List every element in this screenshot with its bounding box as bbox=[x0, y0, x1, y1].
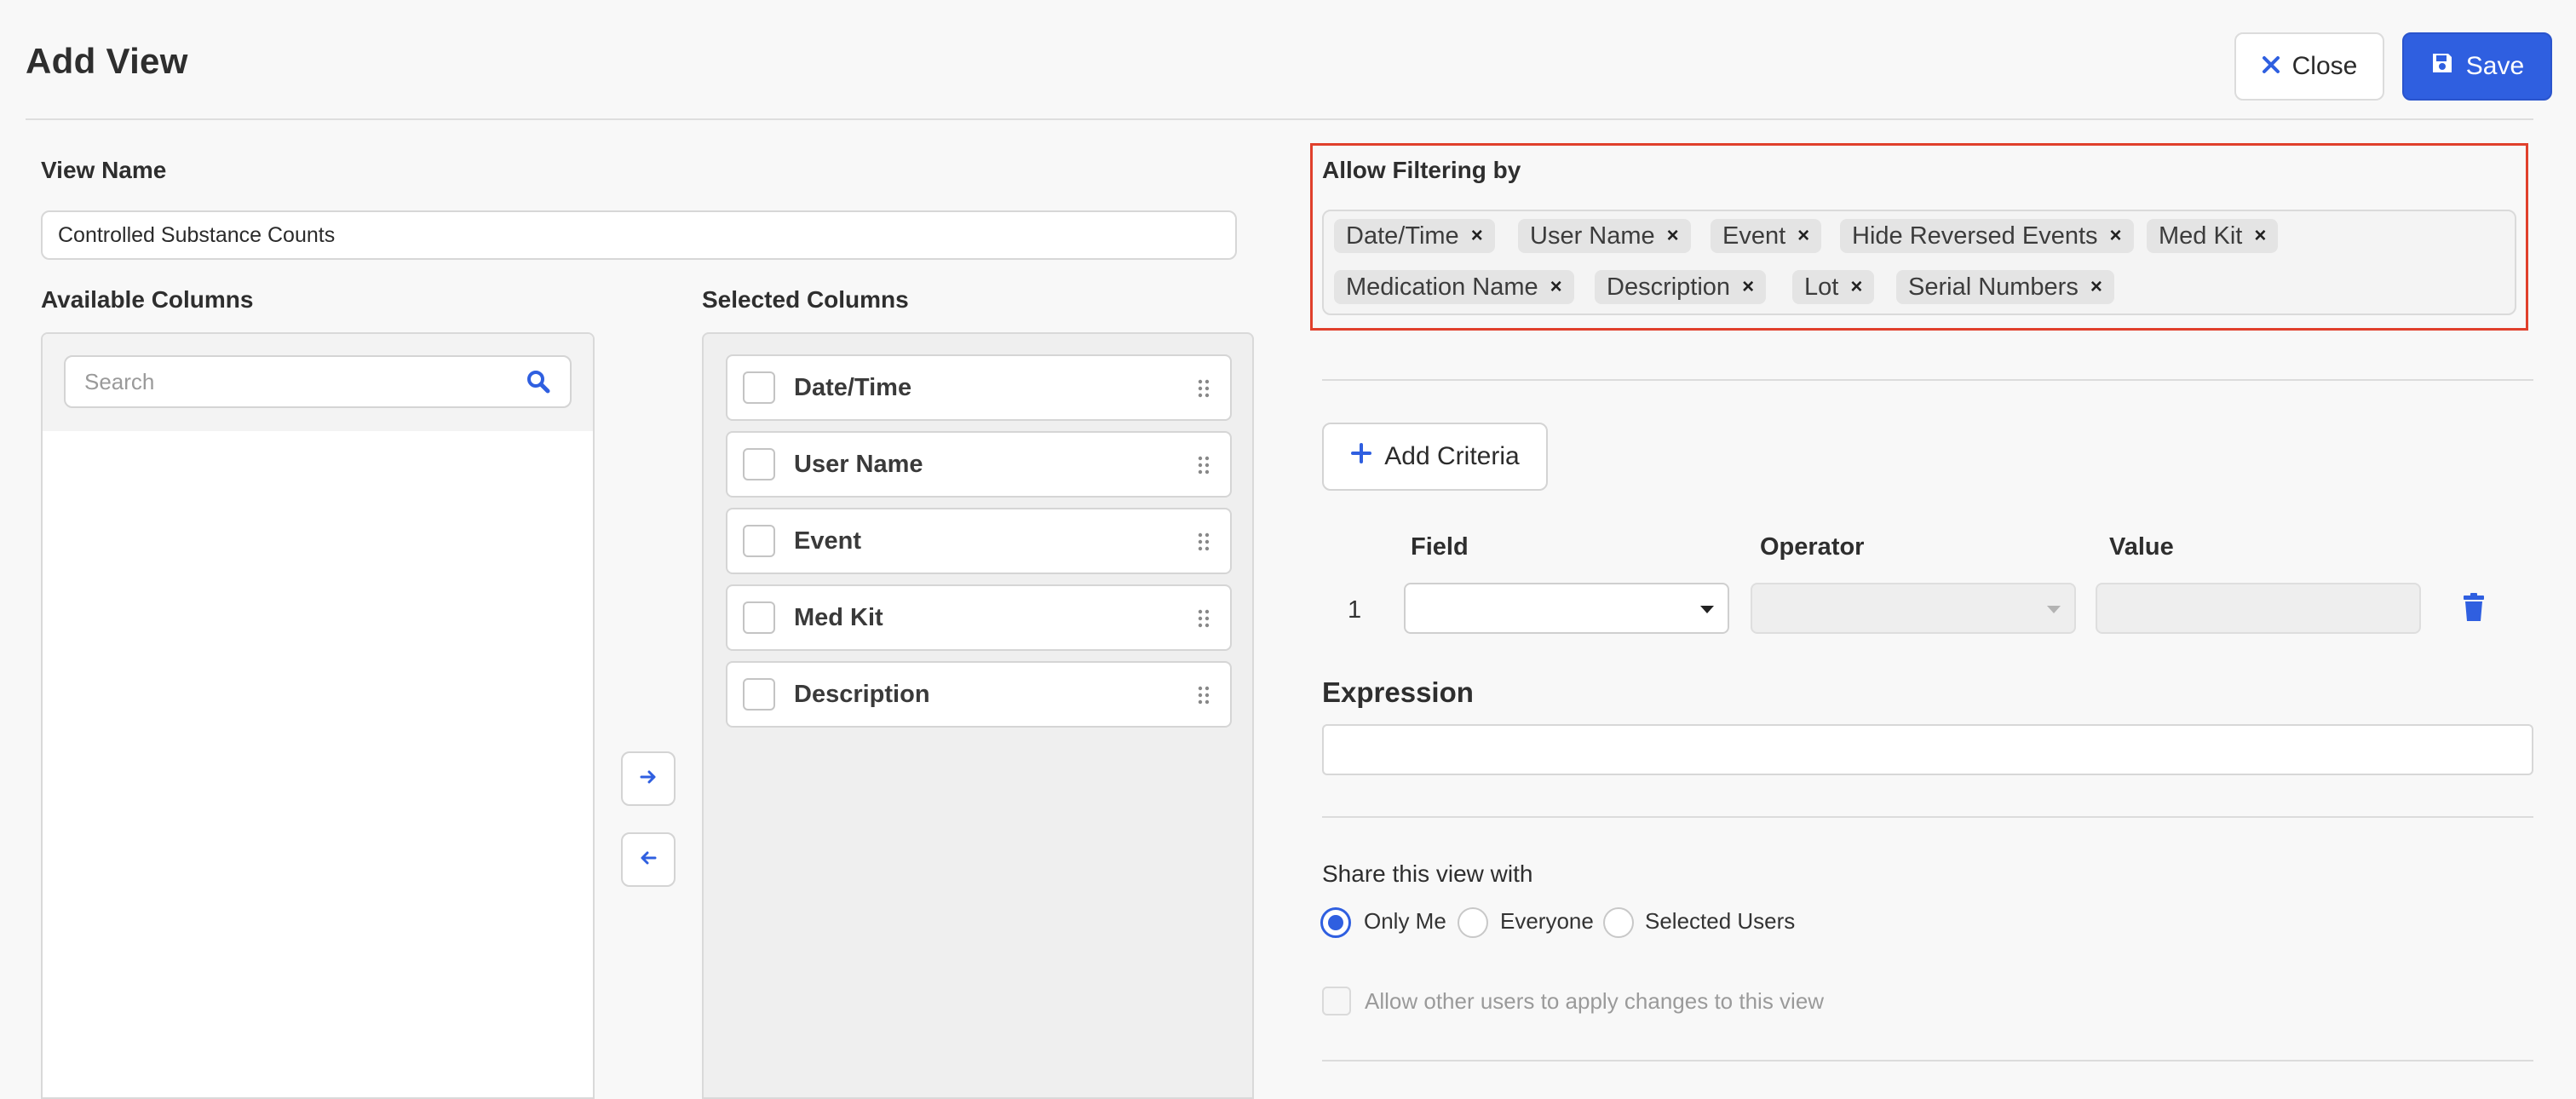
column-checkbox[interactable] bbox=[743, 525, 775, 557]
filter-chip: Med Kit × bbox=[2147, 219, 2279, 253]
chip-label: Lot bbox=[1804, 273, 1839, 301]
remove-chip-icon[interactable]: × bbox=[2254, 224, 2266, 248]
chip-label: Medication Name bbox=[1346, 273, 1538, 301]
chip-label: Hide Reversed Events bbox=[1852, 222, 2098, 250]
add-criteria-label: Add Criteria bbox=[1384, 442, 1520, 470]
radio-label-only-me: Only Me bbox=[1364, 908, 1446, 934]
drag-handle-icon[interactable] bbox=[1198, 532, 1210, 555]
remove-chip-icon[interactable]: × bbox=[1550, 275, 1562, 299]
selected-column-item[interactable]: User Name bbox=[726, 431, 1232, 498]
column-checkbox[interactable] bbox=[743, 448, 775, 480]
column-label: Med Kit bbox=[794, 603, 883, 631]
drag-handle-icon[interactable] bbox=[1198, 456, 1210, 479]
plus-icon bbox=[1350, 442, 1372, 471]
filter-chip: Date/Time × bbox=[1334, 219, 1495, 253]
close-icon bbox=[2262, 52, 2280, 81]
remove-chip-icon[interactable]: × bbox=[1742, 275, 1754, 299]
close-button[interactable]: Close bbox=[2234, 32, 2384, 101]
move-right-button[interactable] bbox=[621, 751, 676, 806]
chevron-down-icon bbox=[1700, 606, 1714, 613]
allow-changes-checkbox[interactable] bbox=[1322, 987, 1351, 1016]
section-divider bbox=[1322, 379, 2533, 381]
trash-icon[interactable] bbox=[2462, 593, 2486, 626]
column-label: Date/Time bbox=[794, 373, 912, 401]
filter-chip: Event × bbox=[1711, 219, 1822, 253]
filter-chip: Description × bbox=[1595, 270, 1767, 304]
value-column-header: Value bbox=[2109, 533, 2174, 561]
filter-chip: Serial Numbers × bbox=[1896, 270, 2114, 304]
field-column-header: Field bbox=[1411, 533, 1469, 561]
column-checkbox[interactable] bbox=[743, 601, 775, 634]
chip-label: Med Kit bbox=[2159, 222, 2243, 250]
remove-chip-icon[interactable]: × bbox=[1667, 224, 1679, 248]
radio-label-selected-users: Selected Users bbox=[1645, 908, 1796, 934]
selected-columns-label: Selected Columns bbox=[702, 286, 909, 313]
allow-changes-label: Allow other users to apply changes to th… bbox=[1365, 988, 1825, 1014]
value-input[interactable] bbox=[2096, 583, 2421, 634]
column-label: Event bbox=[794, 526, 861, 555]
section-divider bbox=[1322, 816, 2533, 818]
chip-label: Serial Numbers bbox=[1908, 273, 2079, 301]
filter-chip-input[interactable]: Date/Time × User Name × Event × Hide Rev… bbox=[1322, 210, 2516, 315]
remove-chip-icon[interactable]: × bbox=[1850, 275, 1862, 299]
expression-label: Expression bbox=[1322, 676, 1474, 708]
selected-column-item[interactable]: Date/Time bbox=[726, 354, 1232, 421]
view-name-input[interactable]: Controlled Substance Counts bbox=[41, 210, 1237, 260]
chip-label: Description bbox=[1607, 273, 1731, 301]
available-columns-label: Available Columns bbox=[41, 286, 254, 313]
chevron-down-icon bbox=[2047, 606, 2061, 613]
column-label: Description bbox=[794, 680, 930, 708]
radio-label-everyone: Everyone bbox=[1500, 908, 1594, 934]
selected-columns-panel: Date/Time User Name Event Med Kit Descri… bbox=[702, 332, 1254, 1099]
drag-handle-icon[interactable] bbox=[1198, 686, 1210, 709]
selected-column-item[interactable]: Description bbox=[726, 661, 1232, 728]
drag-handle-icon[interactable] bbox=[1198, 379, 1210, 402]
arrow-left-icon bbox=[639, 849, 658, 872]
remove-chip-icon[interactable]: × bbox=[2110, 224, 2122, 248]
filter-chip: Lot × bbox=[1792, 270, 1875, 304]
selected-column-item[interactable]: Event bbox=[726, 508, 1232, 574]
column-checkbox[interactable] bbox=[743, 678, 775, 711]
selected-column-item[interactable]: Med Kit bbox=[726, 584, 1232, 651]
filter-chip: Medication Name × bbox=[1334, 270, 1574, 304]
filter-chip: Hide Reversed Events × bbox=[1840, 219, 2134, 253]
radio-everyone[interactable] bbox=[1458, 907, 1488, 938]
criteria-row-number: 1 bbox=[1348, 596, 1362, 624]
radio-selected-users[interactable] bbox=[1603, 907, 1634, 938]
radio-only-me[interactable] bbox=[1320, 907, 1351, 938]
search-icon[interactable] bbox=[526, 369, 551, 400]
move-left-button[interactable] bbox=[621, 832, 676, 887]
remove-chip-icon[interactable]: × bbox=[1471, 224, 1483, 248]
floppy-disk-icon bbox=[2430, 51, 2454, 82]
operator-column-header: Operator bbox=[1760, 533, 1865, 561]
add-criteria-button[interactable]: Add Criteria bbox=[1322, 423, 1548, 491]
save-button[interactable]: Save bbox=[2402, 32, 2552, 101]
allow-filtering-label: Allow Filtering by bbox=[1322, 157, 1521, 183]
page-title: Add View bbox=[26, 41, 188, 81]
close-button-label: Close bbox=[2291, 52, 2358, 80]
drag-handle-icon[interactable] bbox=[1198, 609, 1210, 632]
expression-input[interactable] bbox=[1322, 724, 2533, 775]
chip-label: User Name bbox=[1530, 222, 1655, 250]
view-name-label: View Name bbox=[41, 157, 167, 183]
header-divider bbox=[26, 118, 2533, 120]
available-columns-panel: Search bbox=[41, 332, 595, 1099]
available-search-area: Search bbox=[43, 334, 593, 431]
save-button-label: Save bbox=[2465, 52, 2525, 80]
column-checkbox[interactable] bbox=[743, 371, 775, 404]
search-placeholder: Search bbox=[84, 368, 155, 394]
filter-chip: User Name × bbox=[1518, 219, 1691, 253]
chip-label: Date/Time bbox=[1346, 222, 1459, 250]
remove-chip-icon[interactable]: × bbox=[2090, 275, 2102, 299]
share-label: Share this view with bbox=[1322, 860, 1533, 887]
arrow-right-icon bbox=[639, 768, 658, 791]
remove-chip-icon[interactable]: × bbox=[1797, 224, 1809, 248]
chip-label: Event bbox=[1722, 222, 1786, 250]
operator-select[interactable] bbox=[1751, 583, 2076, 634]
section-divider bbox=[1322, 1060, 2533, 1062]
field-select[interactable] bbox=[1404, 583, 1729, 634]
column-label: User Name bbox=[794, 450, 923, 478]
search-input[interactable]: Search bbox=[64, 355, 572, 408]
